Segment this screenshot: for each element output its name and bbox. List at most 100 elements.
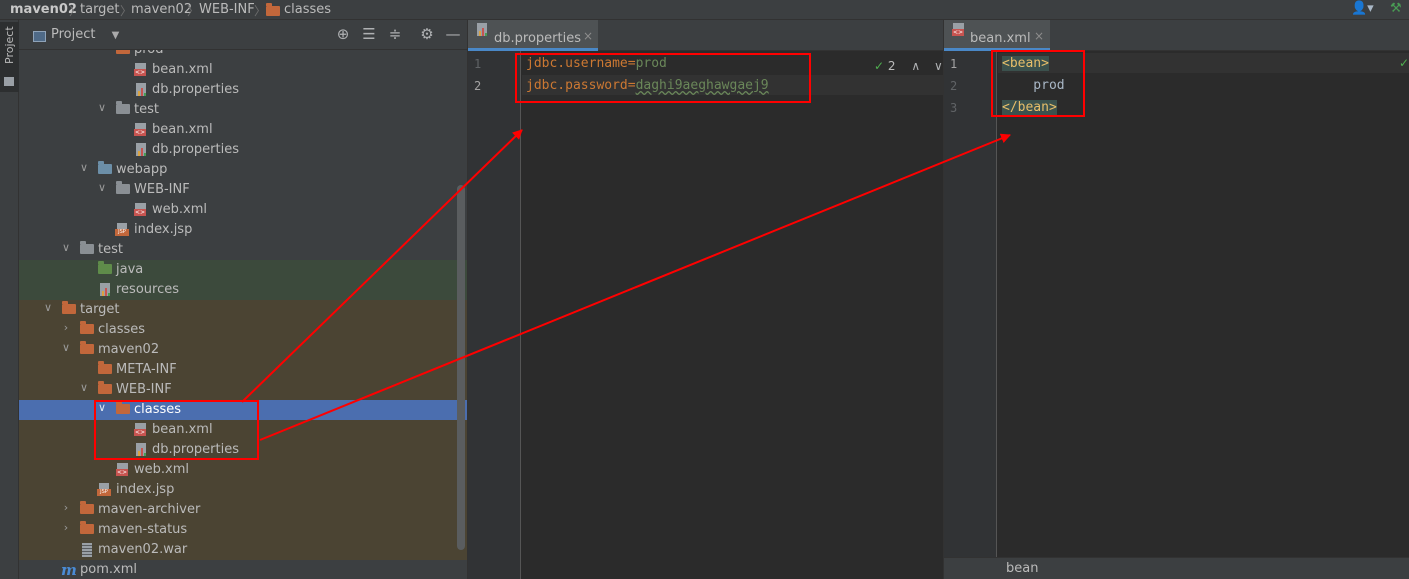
tree-row-maven02-war[interactable]: maven02.war: [19, 540, 467, 560]
close-icon[interactable]: ×: [1034, 29, 1044, 43]
xml-file-icon: <>: [116, 463, 129, 477]
folder-icon: [116, 50, 130, 54]
tree-row-db-properties[interactable]: db.properties: [19, 80, 467, 100]
project-tree-scrollbar[interactable]: [457, 185, 465, 550]
close-icon[interactable]: ×: [583, 29, 593, 43]
tree-row-index-jsp[interactable]: JSP index.jsp: [19, 220, 467, 240]
tree-row-maven-archiver[interactable]: › maven-archiver: [19, 500, 467, 520]
project-view-selector[interactable]: Project ▼: [51, 27, 131, 42]
line-number-gutter: 1 2 3: [944, 51, 997, 579]
inspection-widget[interactable]: ✓ 2 ∧ ∨: [874, 59, 943, 73]
chevron-down-icon[interactable]: ∨: [78, 381, 90, 394]
tree-row-web-inf[interactable]: ∨ WEB-INF: [19, 180, 467, 200]
tree-row-web-xml[interactable]: <> web.xml: [19, 460, 467, 480]
tree-row-maven-status[interactable]: › maven-status: [19, 520, 467, 540]
tree-row-java[interactable]: java: [19, 260, 467, 280]
chevron-down-icon[interactable]: ∨: [42, 301, 54, 314]
war-file-icon: [82, 543, 92, 557]
chevron-down-icon[interactable]: ∨: [96, 181, 108, 194]
tree-row-target[interactable]: ∨ target: [19, 300, 467, 320]
tree-item-label: web.xml: [152, 202, 207, 217]
tree-row-test[interactable]: ∨ test: [19, 240, 467, 260]
chevron-down-icon[interactable]: ∨: [60, 241, 72, 254]
tree-item-label: target: [80, 302, 120, 317]
breadcrumb-item-web-inf[interactable]: WEB-INF: [199, 2, 255, 17]
navigation-breadcrumb-bar: maven02 〉 target 〉 maven02 〉 WEB-INF 〉 c…: [0, 0, 1409, 20]
tree-row-test[interactable]: ∨ test: [19, 100, 467, 120]
tree-row-bean-xml[interactable]: <> bean.xml: [19, 120, 467, 140]
chevron-right-icon[interactable]: ›: [60, 501, 72, 514]
tree-item-label: test: [98, 242, 123, 257]
jsp-file-icon: JSP: [115, 223, 129, 237]
breadcrumb-item-classes[interactable]: classes: [284, 2, 331, 17]
tree-item-label: classes: [98, 322, 146, 337]
tree-item-label: maven02.war: [98, 542, 188, 557]
tree-item-label: bean.xml: [152, 122, 213, 137]
tree-item-label: pom.xml: [80, 562, 137, 577]
xml-file-icon: <>: [134, 63, 147, 77]
project-tree: prod <> bean.xml db.properties ∨ test <>…: [19, 50, 467, 579]
folder-icon: [80, 501, 94, 514]
hide-panel-icon[interactable]: —: [445, 26, 461, 42]
tree-row-bean-xml[interactable]: <> bean.xml: [19, 60, 467, 80]
breadcrumb-item-maven02-dir[interactable]: maven02: [131, 2, 192, 17]
tree-item-label: WEB-INF: [134, 182, 190, 197]
breadcrumb-item-maven02[interactable]: maven02: [10, 2, 77, 17]
line-number: 1: [474, 57, 482, 71]
build-hammer-icon[interactable]: ⚒: [1390, 1, 1402, 16]
tree-item-label: web.xml: [134, 462, 189, 477]
chevron-down-icon[interactable]: ∨: [78, 161, 90, 174]
folder-icon: [98, 381, 112, 394]
tab-label: db.properties: [494, 31, 581, 46]
user-account-icon[interactable]: 👤▾: [1351, 1, 1374, 16]
tree-item-label: resources: [116, 282, 180, 297]
chevron-up-icon[interactable]: ∧: [911, 59, 920, 73]
tree-item-label: index.jsp: [116, 482, 175, 497]
dropdown-icon: ▼: [111, 30, 120, 41]
project-view-label: Project: [51, 27, 96, 42]
tree-row-classes[interactable]: › classes: [19, 320, 467, 340]
jsp-file-icon: JSP: [97, 483, 111, 497]
chevron-down-icon[interactable]: ∨: [60, 341, 72, 354]
tree-item-label: maven02: [98, 342, 160, 357]
properties-editor: db.properties × 1 2 jdbc.username=prod j…: [467, 20, 943, 579]
tab-db-properties[interactable]: db.properties ×: [468, 20, 598, 51]
properties-file-icon: [476, 23, 488, 37]
collapse-all-icon[interactable]: ≑: [387, 26, 403, 42]
locate-file-icon[interactable]: ⊕: [335, 26, 351, 42]
tree-row-web-xml[interactable]: <> web.xml: [19, 200, 467, 220]
tree-item-label: db.properties: [152, 142, 239, 157]
tree-item-label: index.jsp: [134, 222, 193, 237]
chevron-right-icon[interactable]: ›: [60, 521, 72, 534]
project-tab-icon: [4, 77, 14, 86]
tree-row-meta-inf[interactable]: META-INF: [19, 360, 467, 380]
folder-icon: [80, 341, 94, 354]
folder-icon: [80, 321, 94, 334]
breadcrumb-separator: 〉: [187, 4, 200, 18]
tree-row-index-jsp[interactable]: JSP index.jsp: [19, 480, 467, 500]
gear-icon[interactable]: ⚙: [419, 26, 435, 42]
tree-item-label: META-INF: [116, 362, 177, 377]
breadcrumb-item-target[interactable]: target: [80, 2, 120, 17]
tree-row-webapp[interactable]: ∨ webapp: [19, 160, 467, 180]
chevron-down-icon[interactable]: ∨: [96, 101, 108, 114]
expand-all-icon[interactable]: ☰: [361, 26, 377, 42]
tree-row-resources[interactable]: resources: [19, 280, 467, 300]
tree-item-label: WEB-INF: [116, 382, 172, 397]
folder-icon: [116, 181, 130, 194]
chevron-right-icon[interactable]: ›: [60, 321, 72, 334]
breadcrumb-separator: 〉: [254, 4, 267, 18]
tree-row-maven02[interactable]: ∨ maven02: [19, 340, 467, 360]
editor-tab-bar: db.properties ×: [468, 20, 943, 51]
xml-breadcrumb-bean[interactable]: bean: [1006, 561, 1038, 576]
tree-item-label: webapp: [116, 162, 168, 177]
project-tool-window-tab[interactable]: Project: [0, 22, 19, 92]
tree-row-web-inf[interactable]: ∨ WEB-INF: [19, 380, 467, 400]
folder-icon: [116, 101, 130, 114]
chevron-down-icon[interactable]: ∨: [934, 59, 943, 73]
tab-bean-xml[interactable]: <> bean.xml ×: [944, 20, 1050, 51]
tree-row-db-properties[interactable]: db.properties: [19, 140, 467, 160]
tree-row-pom-xml[interactable]: m pom.xml: [19, 560, 467, 579]
project-tab-label: Project: [3, 26, 16, 64]
tree-row-prod[interactable]: prod: [19, 50, 467, 60]
